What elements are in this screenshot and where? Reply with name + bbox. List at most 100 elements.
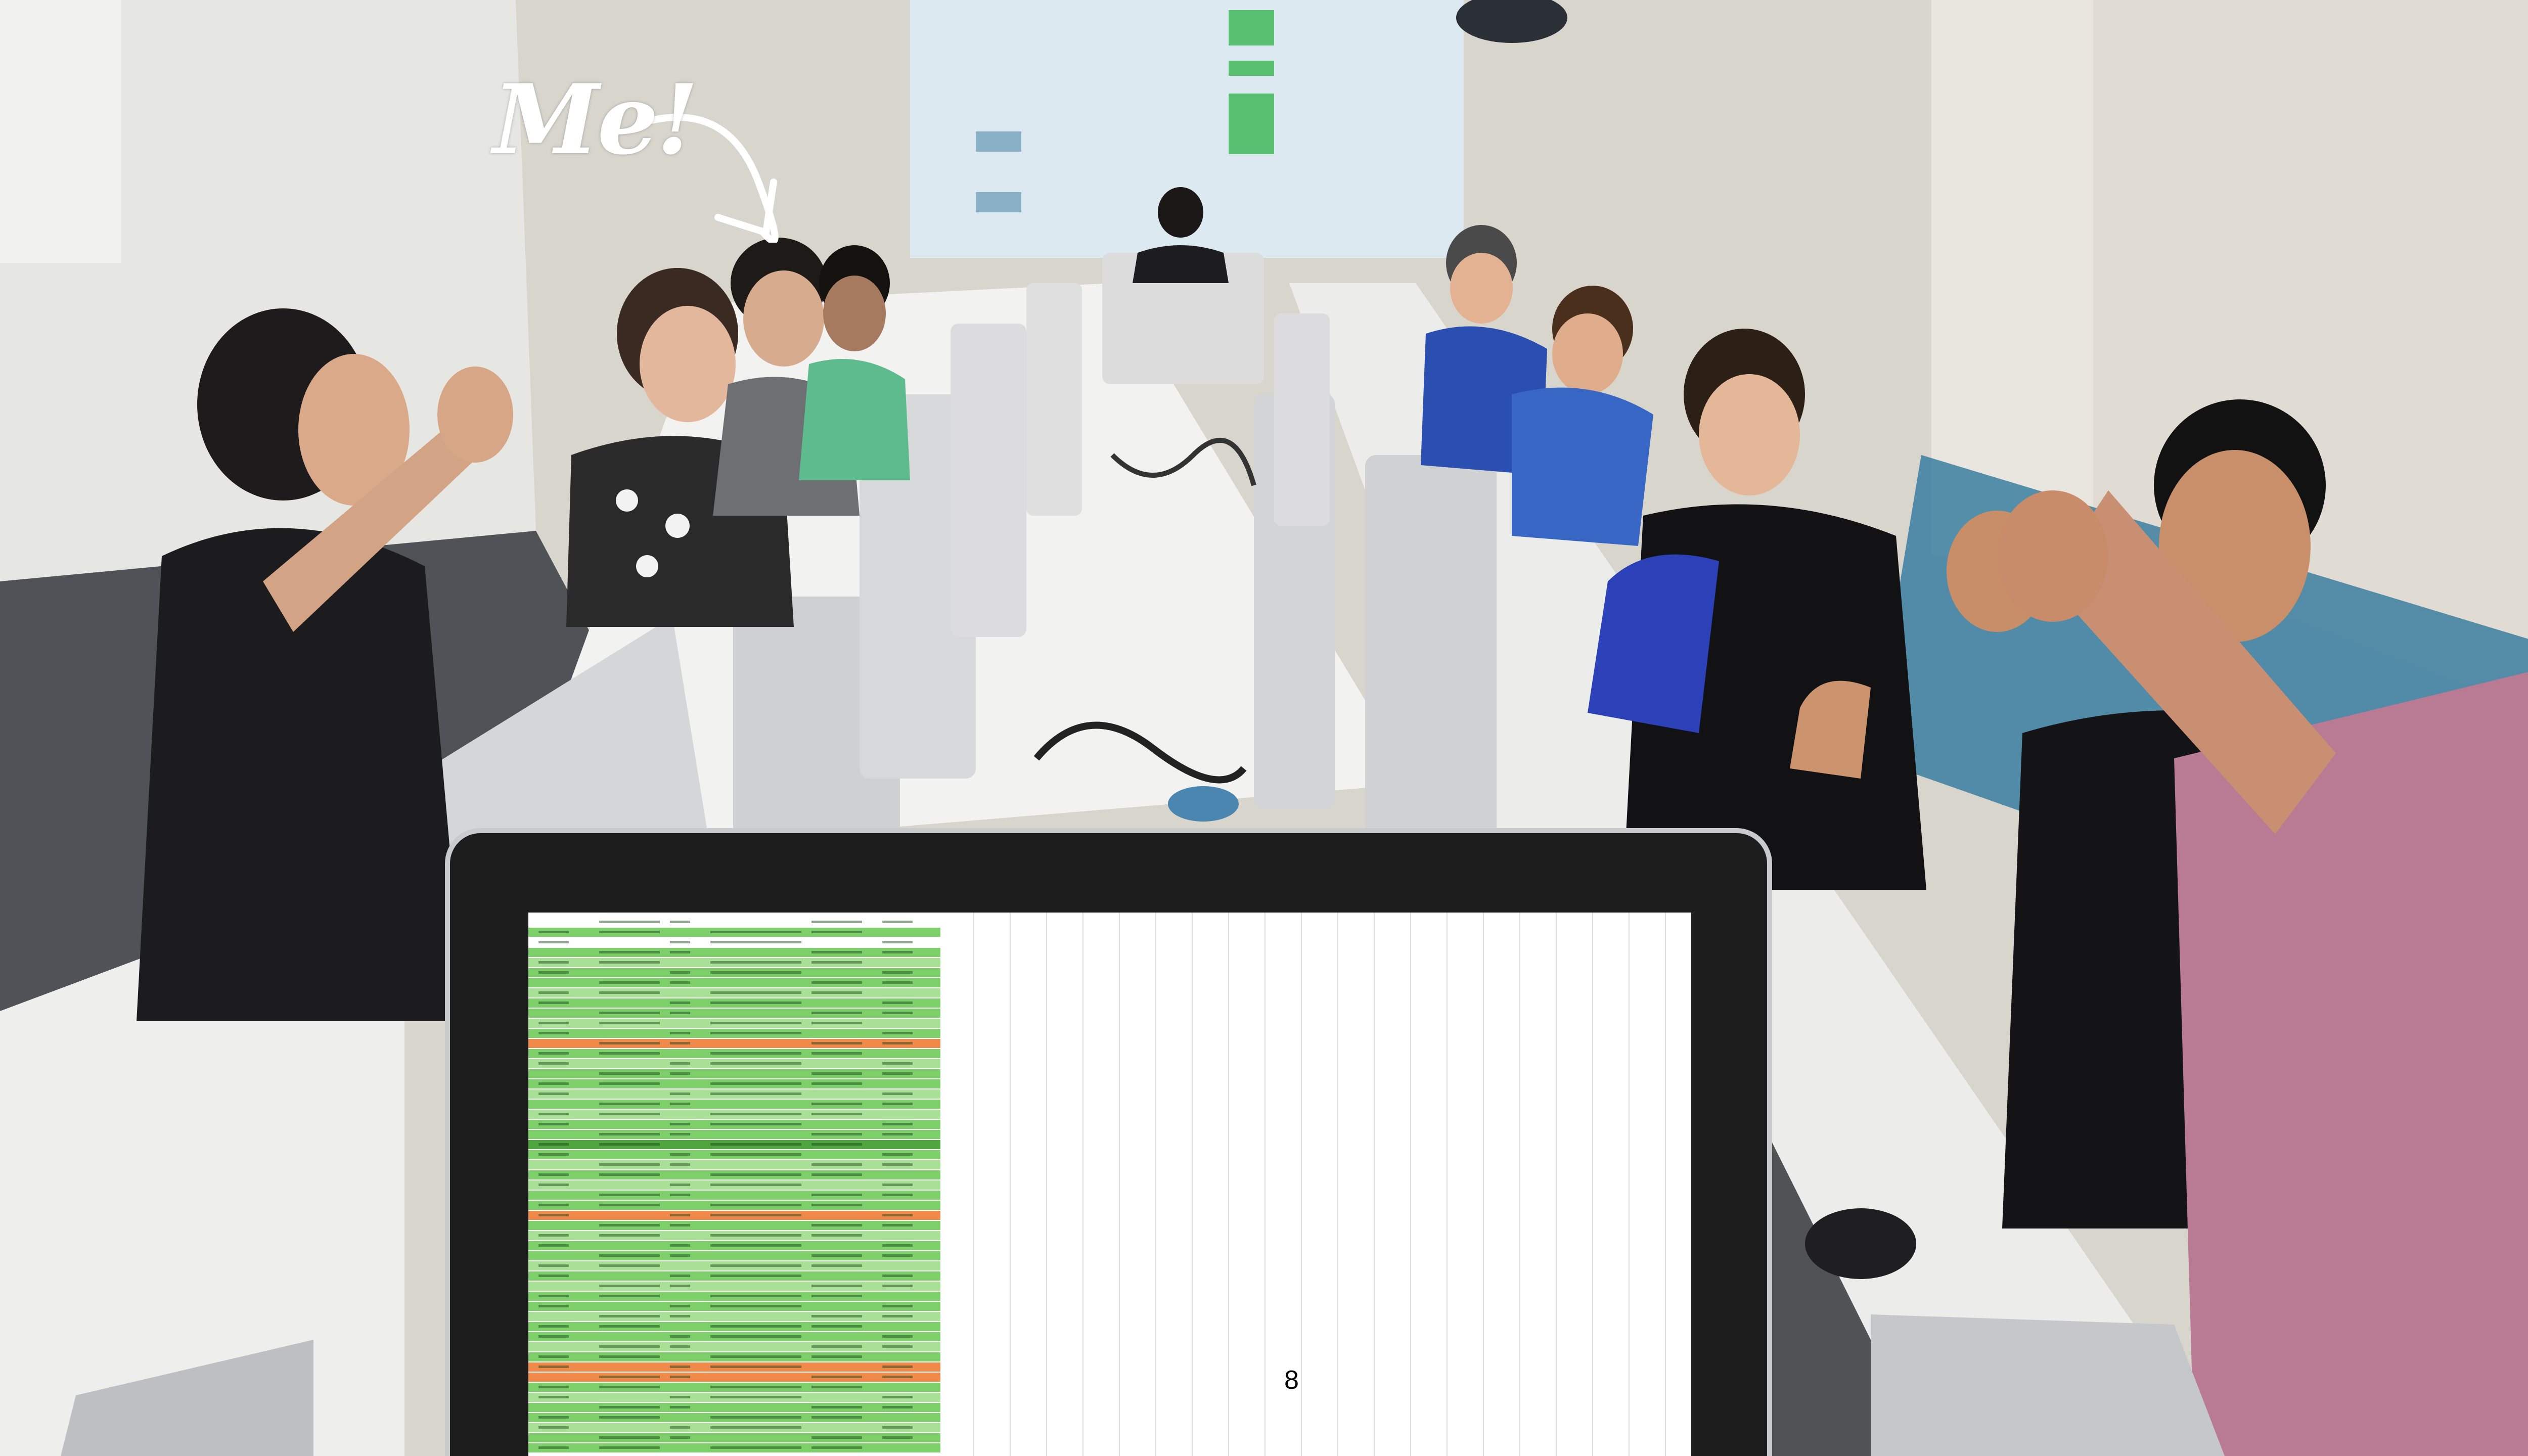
spreadsheet-cell [811,1285,862,1287]
spreadsheet-cell [710,931,801,933]
spreadsheet-cell [538,1022,569,1024]
spreadsheet-cell [811,981,862,984]
spreadsheet-row [528,1241,940,1251]
spreadsheet-row [528,938,940,948]
spreadsheet-cell [882,1305,913,1307]
grid-column-line [1082,913,1084,1456]
spreadsheet-cell [670,1012,690,1014]
spreadsheet-cell [710,1052,801,1055]
spreadsheet-cell [538,1295,569,1297]
spreadsheet-cell [710,1214,801,1216]
spreadsheet-cell [538,961,569,964]
spreadsheet-row [528,1383,940,1393]
spreadsheet-cell [710,1093,801,1095]
spreadsheet-row [528,1120,940,1130]
spreadsheet-cell [599,1052,660,1055]
spreadsheet-cell [538,1214,569,1216]
grid-column-line [1192,913,1193,1456]
spreadsheet-cell [599,1295,660,1297]
grid-column-line [1665,913,1666,1456]
spreadsheet-cell [710,1386,801,1388]
spreadsheet-cell [538,1426,569,1429]
spreadsheet-cell [599,1234,660,1237]
spreadsheet-cell [882,981,913,984]
spreadsheet-cell [599,1406,660,1408]
mouse [1805,1208,1916,1279]
spreadsheet-row [528,1150,940,1160]
spreadsheet-cell [670,971,690,974]
spreadsheet-cell [882,1214,913,1216]
spreadsheet-cell [882,1072,913,1075]
grid-column-line [1228,913,1229,1456]
spreadsheet-row [528,1191,940,1201]
spreadsheet-cell [670,1345,690,1348]
spreadsheet-cell [882,1103,913,1105]
spreadsheet-row [528,1069,940,1079]
spreadsheet-cell [599,921,660,923]
spreadsheet-cell [882,1002,913,1004]
grid-column-line [1301,913,1302,1456]
spreadsheet-row [528,1180,940,1191]
spreadsheet-cell [538,1113,569,1115]
spreadsheet-cell [710,1022,801,1024]
spreadsheet-cell [538,1184,569,1186]
spreadsheet-cell [599,1143,660,1146]
spreadsheet-cell [599,961,660,964]
spreadsheet-cell [599,1173,660,1176]
spreadsheet-cell [710,1184,801,1186]
grid-column-line [1119,913,1120,1456]
spreadsheet-cell [710,1366,801,1368]
grid-column-line [973,913,974,1456]
spreadsheet-cell [599,951,660,953]
spreadsheet-cell [882,1042,913,1044]
me-annotation-label: Me! [493,63,699,176]
spreadsheet-cell [882,941,913,943]
spreadsheet-cell [670,941,690,943]
spreadsheet-row [528,1251,940,1261]
spreadsheet-cell [710,961,801,964]
spreadsheet-row [528,1423,940,1433]
spreadsheet-cell [670,1163,690,1166]
spreadsheet-row [528,1100,940,1110]
spreadsheet-cell [882,1366,913,1368]
spreadsheet-row [528,1302,940,1312]
spreadsheet-cell [599,931,660,933]
spreadsheet-row [528,1009,940,1019]
spreadsheet-cell [811,1224,862,1226]
spreadsheet-cell [670,1133,690,1135]
spreadsheet-cell [710,1204,801,1206]
spreadsheet-cell [538,1204,569,1206]
spreadsheet-row [528,1221,940,1231]
spreadsheet-row [528,1332,940,1342]
spreadsheet-cell [599,1072,660,1075]
spreadsheet-cell [710,1305,801,1307]
spreadsheet-cell [710,1173,801,1176]
spreadsheet-cell [538,1234,569,1237]
spreadsheet-cell [811,1163,862,1166]
spreadsheet-row [528,1362,940,1373]
spreadsheet-cell [811,1386,862,1388]
spreadsheet-cell [882,1153,913,1156]
spreadsheet-cell [811,1315,862,1317]
spreadsheet-cell [811,1446,862,1449]
spreadsheet-cell [882,1062,913,1065]
spreadsheet-cell [538,1416,569,1419]
slide-page-number: 8 [1284,1366,1299,1395]
spreadsheet-cell [538,1244,569,1247]
spreadsheet-cell [670,1366,690,1368]
spreadsheet-cell [538,1386,569,1388]
spreadsheet-cell [538,1446,569,1449]
spreadsheet-cell [882,1254,913,1257]
spreadsheet-cell [710,1062,801,1065]
spreadsheet-cell [599,1386,660,1388]
spreadsheet-row [528,1413,940,1423]
spreadsheet-cell [599,1133,660,1135]
grid-column-line [1629,913,1630,1456]
spreadsheet-cell [538,1093,569,1095]
spreadsheet-cell [811,1234,862,1237]
spreadsheet-cell [670,1244,690,1247]
spreadsheet-cell [599,1436,660,1439]
spreadsheet-row [528,998,940,1009]
spreadsheet-cell [882,921,913,923]
spreadsheet-cell [670,1072,690,1075]
